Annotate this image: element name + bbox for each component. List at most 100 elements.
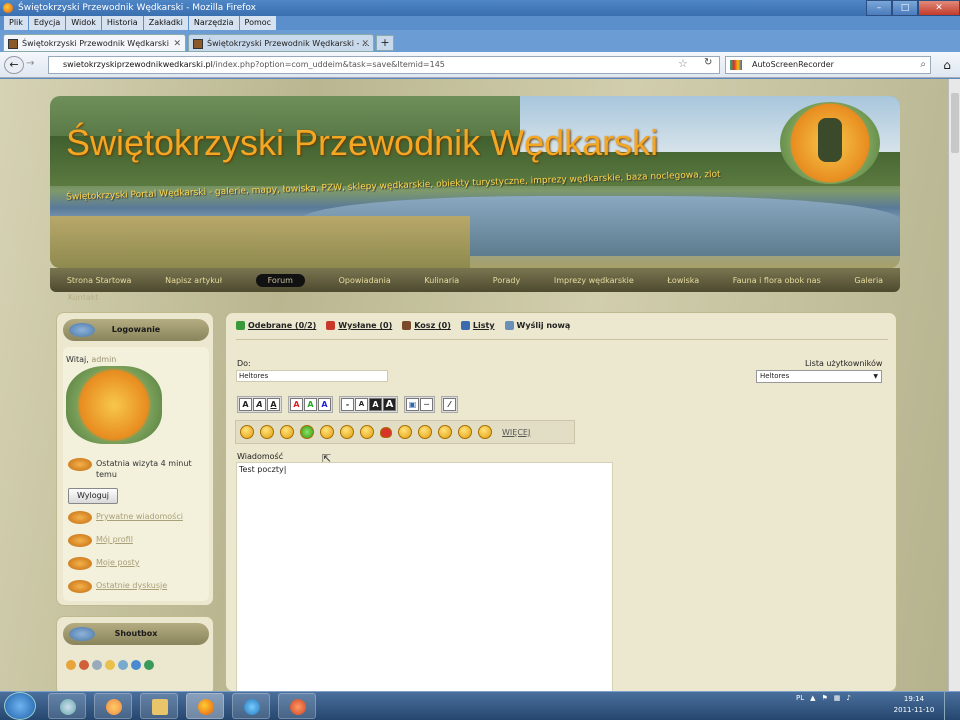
heart-icon[interactable] — [380, 426, 392, 438]
tray-arrow-icon[interactable]: ▲ — [810, 694, 815, 702]
recipient-input[interactable]: Heltores — [236, 370, 388, 382]
italic-button[interactable]: A — [253, 398, 266, 411]
back-button[interactable]: ← — [4, 56, 24, 74]
smiley-icon[interactable] — [458, 425, 472, 439]
emoticon-icon[interactable] — [66, 660, 76, 670]
address-bar[interactable]: swietokrzyskiprzewodnikwedkarski.pl/inde… — [48, 56, 720, 74]
emoticon-icon[interactable] — [79, 660, 89, 670]
link-recent-discussions[interactable]: Ostatnie dyskusje — [96, 581, 167, 590]
menu-file[interactable]: Plik — [4, 16, 28, 30]
search-input[interactable]: AutoScreenRecorder ⌕ — [725, 56, 931, 74]
app-icon — [60, 699, 76, 715]
menu-edit[interactable]: Edycja — [28, 16, 66, 30]
taskbar-app[interactable] — [94, 693, 132, 719]
size-normal-button[interactable]: A — [355, 398, 368, 411]
scrollbar-thumb[interactable] — [951, 93, 959, 153]
more-smileys-link[interactable]: WIĘCEJ — [502, 428, 530, 437]
forward-button[interactable]: → — [26, 58, 34, 69]
size-small-button[interactable]: - — [341, 398, 354, 411]
nav-forum[interactable]: Forum — [255, 273, 305, 287]
user-list-select[interactable]: Heltores ▼ — [756, 370, 882, 383]
search-engine-icon[interactable] — [730, 60, 742, 70]
smiley-icon[interactable] — [260, 425, 274, 439]
pm-trash[interactable]: Kosz (0) — [402, 321, 451, 330]
reload-icon[interactable]: ↻ — [704, 57, 712, 68]
smiley-icon[interactable] — [280, 425, 294, 439]
clock[interactable]: 19:14 2011-11-10 — [892, 694, 936, 716]
tab-label: Świętokrzyski Przewodnik Wędkarski — [22, 39, 169, 48]
nav-tips[interactable]: Porady — [493, 276, 520, 285]
smiley-icon[interactable] — [478, 425, 492, 439]
menu-tools[interactable]: Narzędzia — [188, 16, 239, 30]
link-my-posts[interactable]: Moje posty — [96, 558, 140, 567]
pm-sent[interactable]: Wysłane (0) — [326, 321, 392, 330]
size-huge-button[interactable]: A — [383, 398, 396, 411]
show-desktop-button[interactable] — [944, 692, 958, 720]
nav-gallery[interactable]: Galeria — [854, 276, 883, 285]
home-button[interactable]: ⌂ — [937, 56, 957, 74]
smiley-icon[interactable] — [418, 425, 432, 439]
nav-fisheries[interactable]: Łowiska — [667, 276, 699, 285]
taskbar-app[interactable] — [278, 693, 316, 719]
smiley-icon[interactable] — [340, 425, 354, 439]
size-large-button[interactable]: A — [369, 398, 382, 411]
logout-button[interactable]: Wyloguj — [68, 488, 118, 504]
smiley-icon[interactable] — [438, 425, 452, 439]
nav-events[interactable]: Imprezy wędkarskie — [554, 276, 634, 285]
nav-cooking[interactable]: Kulinaria — [424, 276, 459, 285]
smiley-icon[interactable] — [320, 425, 334, 439]
tab-close-icon[interactable]: ✕ — [361, 35, 369, 51]
tab-active[interactable]: Świętokrzyski Przewodnik Wędkarski ✕ — [3, 34, 186, 52]
menu-help[interactable]: Pomoc — [239, 16, 277, 30]
language-indicator[interactable]: PL — [796, 694, 804, 702]
network-icon[interactable]: ▦ — [834, 694, 841, 702]
nav-contact[interactable]: Kontakt — [68, 293, 99, 302]
smiley-icon[interactable] — [398, 425, 412, 439]
insert-line-button[interactable]: ─ — [420, 398, 433, 411]
taskbar-app[interactable] — [232, 693, 270, 719]
search-icon[interactable]: ⌕ — [920, 57, 926, 73]
taskbar-app[interactable] — [140, 693, 178, 719]
taskbar-firefox[interactable] — [186, 693, 224, 719]
smiley-sunglasses-icon[interactable] — [360, 425, 374, 439]
insert-image-button[interactable]: ▣ — [406, 398, 419, 411]
maximize-button[interactable]: □ — [892, 0, 918, 16]
flag-icon[interactable]: ⚑ — [822, 694, 828, 702]
page-scrollbar[interactable] — [948, 79, 960, 691]
nav-fauna-flora[interactable]: Fauna i flora obok nas — [733, 276, 821, 285]
pm-compose[interactable]: Wyślij nową — [504, 321, 570, 330]
nav-home[interactable]: Strona Startowa — [67, 276, 132, 285]
emoticon-icon[interactable] — [131, 660, 141, 670]
emoticon-icon[interactable] — [92, 660, 102, 670]
emoticon-icon[interactable] — [144, 660, 154, 670]
menu-history[interactable]: Historia — [101, 16, 143, 30]
pm-inbox[interactable]: Odebrane (0/2) — [236, 321, 316, 330]
bold-button[interactable]: A — [239, 398, 252, 411]
color-blue-button[interactable]: A — [318, 398, 331, 411]
nav-write-article[interactable]: Napisz artykuł — [165, 276, 222, 285]
message-textarea[interactable]: Test poczty| — [236, 462, 613, 692]
smiley-green-icon[interactable] — [300, 425, 314, 439]
link-private-messages[interactable]: Prywatne wiadomości — [96, 512, 183, 521]
bookmark-star-icon[interactable]: ☆ — [678, 57, 688, 70]
color-red-button[interactable]: A — [290, 398, 303, 411]
color-green-button[interactable]: A — [304, 398, 317, 411]
minimize-button[interactable]: – — [866, 0, 892, 16]
tab-inactive[interactable]: Świętokrzyski Przewodnik Wędkarski - ...… — [188, 34, 374, 52]
emoticon-icon[interactable] — [105, 660, 115, 670]
volume-icon[interactable]: ♪ — [846, 694, 850, 702]
emoticon-icon[interactable] — [118, 660, 128, 670]
clear-format-button[interactable]: ⁄ — [443, 398, 456, 411]
pm-lists[interactable]: Listy — [460, 321, 495, 330]
nav-stories[interactable]: Opowiadania — [339, 276, 391, 285]
underline-button[interactable]: A — [267, 398, 280, 411]
new-tab-button[interactable]: + — [376, 35, 394, 51]
taskbar-app[interactable] — [48, 693, 86, 719]
tab-close-icon[interactable]: ✕ — [173, 35, 181, 51]
link-my-profile[interactable]: Mój profil — [96, 535, 133, 544]
menu-bookmarks[interactable]: Zakładki — [143, 16, 188, 30]
menu-view[interactable]: Widok — [66, 16, 101, 30]
start-button[interactable] — [4, 692, 36, 720]
close-button[interactable]: ✕ — [918, 0, 960, 16]
smiley-icon[interactable] — [240, 425, 254, 439]
